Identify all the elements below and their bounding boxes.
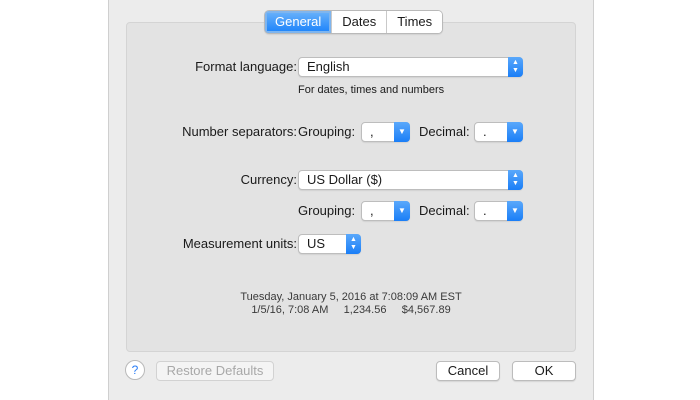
chevron-updown-icon: ▲ ▼ <box>508 57 523 77</box>
chevron-down-icon: ▼ <box>507 201 523 221</box>
measurement-units-value: US <box>307 236 326 251</box>
ok-button[interactable]: OK <box>512 361 576 381</box>
tab-bar: General Dates Times <box>264 10 444 34</box>
currency-select[interactable]: US Dollar ($) ▲ ▼ <box>298 170 523 190</box>
number-separators-label: Number separators: <box>182 124 297 139</box>
number-decimal-value: . <box>483 124 487 139</box>
chevron-down-icon: ▼ <box>394 122 410 142</box>
measurement-units-label: Measurement units: <box>182 236 297 251</box>
chevron-updown-icon: ▲ ▼ <box>508 170 523 190</box>
tab-general[interactable]: General <box>265 11 333 33</box>
format-language-value: English <box>307 59 350 74</box>
sample-numbers-line: 1/5/16, 7:08 AM 1,234.56 $4,567.89 <box>251 304 451 316</box>
currency-grouping-select[interactable]: , ▼ <box>361 201 410 221</box>
tab-times[interactable]: Times <box>387 11 443 33</box>
currency-grouping-label: Grouping: <box>298 203 356 218</box>
currency-value: US Dollar ($) <box>307 172 383 187</box>
format-language-select[interactable]: English ▲ ▼ <box>298 57 523 77</box>
cancel-button[interactable]: Cancel <box>436 361 500 381</box>
measurement-units-select[interactable]: US ▲ ▼ <box>298 234 361 254</box>
number-grouping-select[interactable]: , ▼ <box>361 122 410 142</box>
number-grouping-label: Grouping: <box>298 124 356 139</box>
format-language-hint: For dates, times and numbers <box>298 84 445 96</box>
currency-grouping-value: , <box>370 203 374 218</box>
tab-dates[interactable]: Dates <box>332 11 388 33</box>
number-grouping-value: , <box>370 124 374 139</box>
chevron-down-icon: ▼ <box>507 122 523 142</box>
currency-decimal-label: Decimal: <box>419 203 470 218</box>
currency-label: Currency: <box>240 172 297 187</box>
chevron-updown-icon: ▲ ▼ <box>346 234 361 254</box>
chevron-down-icon: ▼ <box>394 201 410 221</box>
number-decimal-label: Decimal: <box>419 124 470 139</box>
format-language-label: Format language: <box>195 59 297 74</box>
restore-defaults-button[interactable]: Restore Defaults <box>156 361 274 381</box>
help-button[interactable]: ? <box>125 360 145 380</box>
currency-decimal-value: . <box>483 203 487 218</box>
number-decimal-select[interactable]: . ▼ <box>474 122 523 142</box>
sample-date-line: Tuesday, January 5, 2016 at 7:08:09 AM E… <box>240 291 462 303</box>
currency-decimal-select[interactable]: . ▼ <box>474 201 523 221</box>
region-preferences-dialog: General Dates Times Format language: Eng… <box>108 0 594 400</box>
